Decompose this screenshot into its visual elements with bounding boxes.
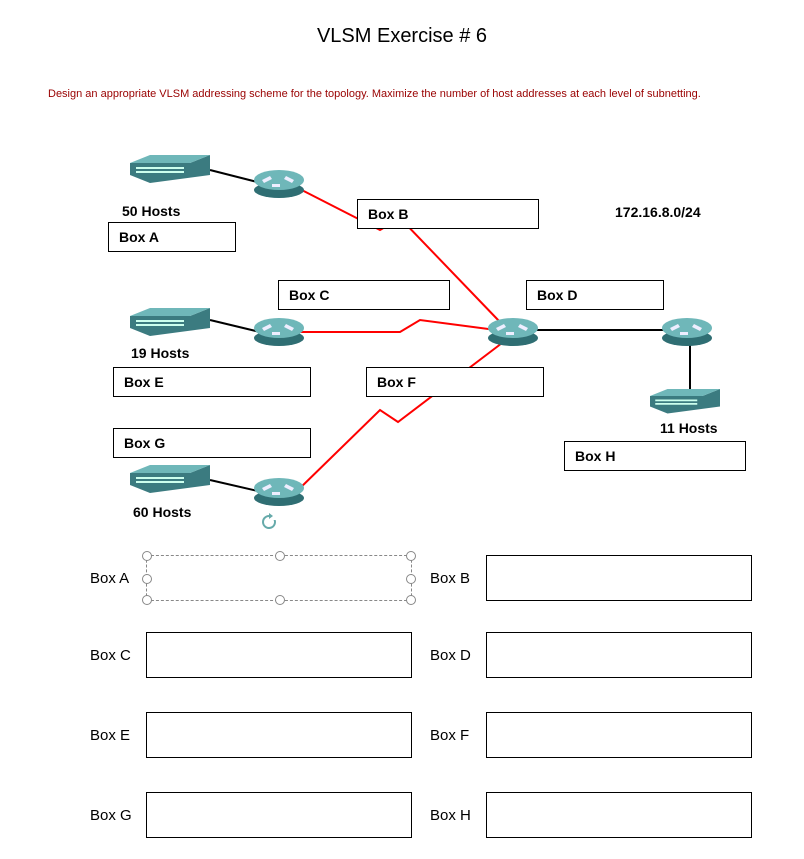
topology-box-g: Box G — [113, 428, 311, 458]
answer-row-g: Box G — [90, 792, 412, 838]
hosts-count-g: 60 Hosts — [133, 504, 191, 520]
switch-icon — [130, 155, 210, 185]
router-icon — [252, 168, 306, 200]
answer-row-c: Box C — [90, 632, 412, 678]
answer-field-f[interactable] — [486, 712, 752, 758]
page-title: VLSM Exercise # 6 — [0, 25, 804, 48]
answer-row-h: Box H — [430, 792, 752, 838]
hosts-count-h: 11 Hosts — [660, 420, 718, 436]
topology-box-b: Box B — [357, 199, 539, 229]
hosts-count-a: 50 Hosts — [122, 203, 180, 219]
router-icon — [252, 476, 306, 508]
topology-box-d: Box D — [526, 280, 664, 310]
topology-box-a: Box A — [108, 222, 236, 252]
exercise-instructions: Design an appropriate VLSM addressing sc… — [48, 88, 701, 100]
answer-label-c: Box C — [90, 647, 146, 664]
switch-icon — [650, 388, 720, 418]
router-icon — [252, 316, 306, 348]
answer-label-g: Box G — [90, 807, 146, 824]
answer-label-f: Box F — [430, 727, 486, 744]
rotate-icon[interactable] — [260, 513, 278, 531]
answer-field-e[interactable] — [146, 712, 412, 758]
answer-field-c[interactable] — [146, 632, 412, 678]
answer-label-b: Box B — [430, 570, 486, 587]
topology-box-h: Box H — [564, 441, 746, 471]
answer-label-a: Box A — [90, 570, 146, 587]
topology-box-c: Box C — [278, 280, 450, 310]
answer-label-h: Box H — [430, 807, 486, 824]
router-icon — [660, 316, 714, 348]
answer-field-h[interactable] — [486, 792, 752, 838]
answer-row-a: Box A — [90, 555, 412, 601]
hosts-count-e: 19 Hosts — [131, 345, 189, 361]
topology-box-f: Box F — [366, 367, 544, 397]
answer-field-b[interactable] — [486, 555, 752, 601]
network-address: 172.16.8.0/24 — [615, 204, 701, 220]
router-icon — [486, 316, 540, 348]
answer-field-d[interactable] — [486, 632, 752, 678]
answer-field-a[interactable] — [146, 555, 412, 601]
answer-row-f: Box F — [430, 712, 752, 758]
answer-row-d: Box D — [430, 632, 752, 678]
answer-label-d: Box D — [430, 647, 486, 664]
answer-label-e: Box E — [90, 727, 146, 744]
answer-row-e: Box E — [90, 712, 412, 758]
switch-icon — [130, 465, 210, 495]
answer-row-b: Box B — [430, 555, 752, 601]
answer-field-g[interactable] — [146, 792, 412, 838]
switch-icon — [130, 308, 210, 338]
topology-box-e: Box E — [113, 367, 311, 397]
page: VLSM Exercise # 6 Design an appropriate … — [0, 0, 804, 859]
